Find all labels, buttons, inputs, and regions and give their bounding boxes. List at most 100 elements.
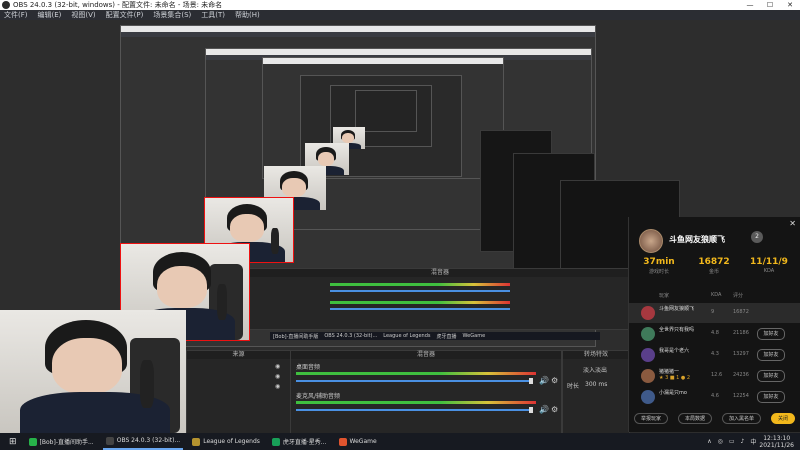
player-row-kda: 12.6 <box>711 372 723 378</box>
tray-network-icon[interactable]: ▭ <box>729 438 735 445</box>
player-row[interactable]: 猪猪猪一 ★ 3 ■ 1 ● 2 12.6 24236 加好友 <box>629 366 800 386</box>
tray-app-icon[interactable]: ◎ <box>718 438 723 445</box>
player-row-name: 小漏是只mo <box>659 390 687 396</box>
nested-screen-6 <box>355 90 417 132</box>
close-popup-button[interactable]: 关闭 <box>770 412 795 424</box>
taskbar-app-label: League of Legends <box>203 438 260 445</box>
menu-edit[interactable]: 编辑(E) <box>38 10 62 20</box>
player-row-name: 猪猪猪一 <box>659 369 680 375</box>
start-button[interactable]: ⊞ <box>6 433 20 450</box>
maximize-button[interactable]: ☐ <box>760 0 780 10</box>
blacklist-button[interactable]: 加入黑名单 <box>721 412 761 424</box>
close-button[interactable]: ✕ <box>780 0 800 10</box>
player-row-avatar <box>641 327 655 341</box>
match-stats-button[interactable]: 本局数据 <box>677 412 712 424</box>
webcam-source-main[interactable] <box>0 310 186 433</box>
app-icon <box>28 437 37 446</box>
column-score: 评分 <box>733 293 744 299</box>
app-icon <box>271 437 280 446</box>
add-friend-button[interactable]: 加好友 <box>757 391 785 403</box>
mixer-dock[interactable]: 混音器 桌面音频 🔊 ⚙ 麦克风/辅助音频 🔊 ⚙ <box>290 350 562 433</box>
player-row-kda: 4.8 <box>711 330 719 336</box>
player-row-avatar <box>641 369 655 383</box>
menu-bar: 文件(F) 编辑(E) 视图(V) 配置文件(P) 场景集合(S) 工具(T) … <box>0 10 800 20</box>
window-title-bar: OBS 24.0.3 (32-bit, windows) - 配置文件: 未命名… <box>0 0 800 10</box>
app-icon <box>105 436 114 445</box>
sources-dock[interactable]: 来源 ◉ ◉ ◉ <box>186 350 291 433</box>
taskbar-app-label: OBS 24.0.3 (32-bit)... <box>116 437 181 444</box>
menu-tools[interactable]: 工具(T) <box>201 10 225 20</box>
windows-icon: ⊞ <box>9 436 17 447</box>
add-friend-button[interactable]: 加好友 <box>757 328 785 340</box>
speaker-icon[interactable]: 🔊 <box>539 376 549 385</box>
player-row-score: 21186 <box>733 330 749 336</box>
mixer-track-desktop-label: 桌面音频 <box>296 364 321 371</box>
player-row-kda: 9 <box>711 309 715 315</box>
menu-view[interactable]: 视图(V) <box>71 10 95 20</box>
mic-audio-slider[interactable] <box>296 409 531 411</box>
stat-gold: 16872 金币 <box>698 257 730 275</box>
transitions-dock[interactable]: 转场特效 淡入淡出 时长 300 ms <box>562 350 630 433</box>
taskbar-app[interactable]: League of Legends <box>189 433 263 450</box>
player-row-name: 斗鱼网友狼顺飞 <box>659 306 695 312</box>
add-friend-button[interactable]: 加好友 <box>757 349 785 361</box>
app-icon <box>192 437 201 446</box>
window-title: OBS 24.0.3 (32-bit, windows) - 配置文件: 未命名… <box>13 1 223 9</box>
player-row-kda: 4.3 <box>711 351 719 357</box>
player-row-avatar <box>641 306 655 320</box>
gear-icon[interactable]: ⚙ <box>551 405 558 414</box>
taskbar-app[interactable]: OBS 24.0.3 (32-bit)... <box>102 433 184 450</box>
tray-ime-icon[interactable]: 中 <box>750 437 756 446</box>
player-row-kda: 4.6 <box>711 393 719 399</box>
taskbar-app[interactable]: WeGame <box>336 433 380 450</box>
report-button[interactable]: 举报玩家 <box>633 412 668 424</box>
popup-close-icon[interactable]: ✕ <box>789 219 796 228</box>
taskbar-app-label: WeGame <box>349 438 377 445</box>
speaker-icon[interactable]: 🔊 <box>539 405 549 414</box>
tray-volume-icon[interactable]: ♪ <box>741 438 745 445</box>
tray-expand-icon[interactable]: ∧ <box>707 438 711 445</box>
mixer-header: 混音器 <box>291 351 561 359</box>
player-row-avatar <box>641 348 655 362</box>
mixer-track-mic-label: 麦克风/辅助音频 <box>296 393 341 400</box>
player-name: 斗鱼网友狼顺飞 <box>669 235 725 244</box>
taskbar-app[interactable]: [Bob]-直播间助手... <box>26 433 97 450</box>
menu-help[interactable]: 帮助(H) <box>235 10 260 20</box>
eye-icon[interactable]: ◉ <box>275 373 280 380</box>
gear-icon[interactable]: ⚙ <box>551 376 558 385</box>
player-avatar <box>639 229 663 253</box>
eye-icon[interactable]: ◉ <box>275 363 280 370</box>
taskbar-app[interactable]: 虎牙直播·星秀... <box>269 433 330 450</box>
clock-time: 12:13:10 <box>763 434 791 442</box>
game-result-popup: ✕ 斗鱼网友狼顺飞 2 37min 游戏时长 16872 金币 11/11/9 … <box>628 217 800 432</box>
player-row-score: 13297 <box>733 351 749 357</box>
add-friend-button[interactable]: 加好友 <box>757 370 785 382</box>
player-row[interactable]: 我哥是个老六 4.3 13297 加好友 <box>629 345 800 365</box>
system-clock[interactable]: 12:13:10 2021/11/26 <box>759 435 794 449</box>
eye-icon[interactable]: ◉ <box>275 383 280 390</box>
desktop-audio-slider-knob[interactable] <box>529 378 533 384</box>
player-row[interactable]: 斗鱼网友狼顺飞 9 16872 <box>629 303 800 323</box>
column-kda: KDA <box>711 292 722 298</box>
menu-scene-collection[interactable]: 场景集合(S) <box>153 10 191 20</box>
window-controls: — ☐ ✕ <box>740 0 800 10</box>
player-row[interactable]: 全世界只有我吗 4.8 21186 加好友 <box>629 324 800 344</box>
popup-footer: 举报玩家 本局数据 加入黑名单 关闭 <box>629 411 800 425</box>
transition-select[interactable]: 淡入淡出 <box>583 365 607 374</box>
nested-mixer-dock: 混音器 <box>249 268 631 330</box>
obs-logo-icon <box>2 1 10 9</box>
player-row[interactable]: 小漏是只mo 4.6 12254 加好友 <box>629 387 800 407</box>
desktop-audio-meter <box>296 372 536 375</box>
minimize-button[interactable]: — <box>740 0 760 10</box>
mic-audio-slider-knob[interactable] <box>529 407 533 413</box>
menu-file[interactable]: 文件(F) <box>4 10 28 20</box>
menu-profile[interactable]: 配置文件(P) <box>106 10 144 20</box>
app-icon <box>338 437 347 446</box>
desktop-audio-slider[interactable] <box>296 380 531 382</box>
mic-audio-meter <box>296 401 536 404</box>
player-row-avatar <box>641 390 655 404</box>
column-player: 玩家 <box>659 293 670 299</box>
duration-label: 时长 <box>567 383 580 390</box>
taskbar-app-label: [Bob]-直播间助手... <box>39 439 94 446</box>
duration-input[interactable]: 300 ms <box>585 381 607 388</box>
